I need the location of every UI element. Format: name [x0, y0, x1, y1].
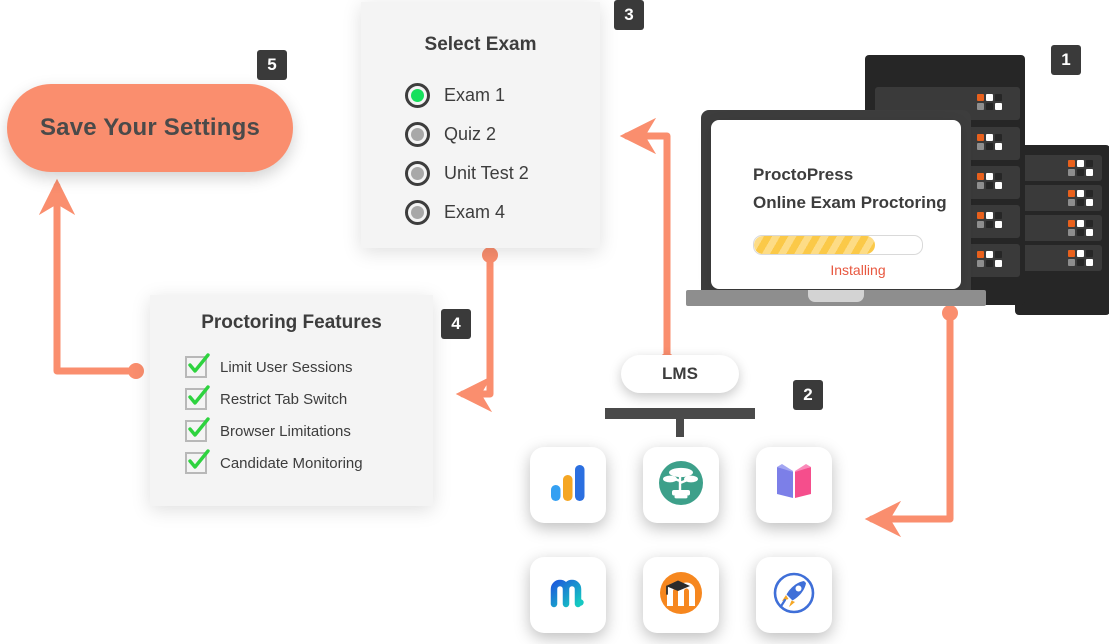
feature-label: Limit User Sessions: [220, 358, 353, 376]
checkbox-checked-icon[interactable]: [185, 353, 210, 378]
lms-platform-tile[interactable]: [518, 437, 618, 534]
exam-option-row[interactable]: Quiz 2: [405, 115, 600, 154]
step-badge-2-number: 2: [803, 385, 813, 404]
diagram-canvas: Save Your Settings 5 Select Exam Exam 1 …: [0, 0, 1109, 638]
moodle-m-cap-icon: [657, 569, 705, 622]
radio-unselected-icon[interactable]: [405, 161, 430, 186]
lms-platform-grid: [518, 437, 844, 638]
install-status-label: Installing: [830, 262, 886, 278]
feature-row[interactable]: Limit User Sessions: [185, 351, 433, 383]
exam-option-label: Quiz 2: [444, 124, 497, 144]
exam-option-label: Exam 4: [444, 202, 506, 222]
exam-option-label: Exam 1: [444, 85, 506, 105]
feature-row[interactable]: Browser Limitations: [185, 415, 433, 447]
step-badge-1-number: 1: [1061, 50, 1071, 69]
server-leds: [1068, 220, 1093, 236]
lms-connector-bar: [605, 408, 755, 419]
feature-label: Candidate Monitoring: [220, 454, 363, 472]
radio-unselected-icon[interactable]: [405, 122, 430, 147]
step-badge-1: 1: [1051, 45, 1081, 75]
bar-chart-icon: [545, 460, 591, 511]
exam-radio-list: Exam 1 Quiz 2 Unit Test 2 Exam 4: [361, 76, 600, 232]
lms-platform-tile[interactable]: [518, 547, 618, 644]
laptop-trackpad-notch: [808, 290, 864, 302]
proctoring-features-list: Limit User Sessions Restrict Tab Switch …: [150, 351, 433, 479]
exam-option-row[interactable]: Exam 4: [405, 193, 600, 232]
laptop: ProctoPress Online Exam Proctoring Insta…: [686, 110, 986, 310]
lms-connector-stem: [676, 419, 684, 437]
proctoring-features-card: Proctoring Features Limit User Sessions …: [150, 295, 433, 506]
server-leds: [1068, 250, 1093, 266]
letter-m-icon: [544, 569, 592, 622]
server-leds: [977, 94, 1002, 110]
checkbox-checked-icon[interactable]: [185, 417, 210, 442]
server-leds: [1068, 160, 1093, 176]
lms-label: LMS: [662, 364, 698, 383]
laptop-screen: ProctoPress Online Exam Proctoring Insta…: [711, 120, 961, 289]
lms-node[interactable]: LMS: [621, 355, 739, 393]
app-name: ProctoPress: [753, 165, 854, 184]
select-exam-card: Select Exam Exam 1 Quiz 2 Unit Test 2 Ex…: [361, 2, 600, 248]
open-book-icon: [770, 459, 818, 512]
lms-platform-tile[interactable]: [744, 547, 844, 644]
step-badge-3: 3: [614, 0, 644, 30]
step-badge-5: 5: [257, 50, 287, 80]
feature-label: Restrict Tab Switch: [220, 390, 348, 408]
feature-label: Browser Limitations: [220, 422, 351, 440]
app-subtitle: Online Exam Proctoring: [753, 193, 947, 212]
step-badge-4-number: 4: [451, 314, 461, 333]
save-settings-button[interactable]: Save Your Settings: [7, 84, 293, 172]
feature-row[interactable]: Restrict Tab Switch: [185, 383, 433, 415]
radio-unselected-icon[interactable]: [405, 200, 430, 225]
server-leds: [1068, 190, 1093, 206]
checkbox-checked-icon[interactable]: [185, 385, 210, 410]
feature-row[interactable]: Candidate Monitoring: [185, 447, 433, 479]
step-badge-3-number: 3: [624, 5, 634, 24]
proctoring-features-title: Proctoring Features: [201, 312, 382, 333]
step-badge-2: 2: [793, 380, 823, 410]
checkbox-checked-icon[interactable]: [185, 449, 210, 474]
select-exam-title: Select Exam: [424, 34, 537, 55]
step-badge-5-number: 5: [267, 55, 277, 74]
lms-platform-tile[interactable]: [631, 547, 731, 644]
radio-selected-icon[interactable]: [405, 83, 430, 108]
exam-option-row[interactable]: Exam 1: [405, 76, 600, 115]
rocket-icon: [770, 569, 818, 622]
install-progress-bar: [753, 235, 923, 255]
save-settings-label: Save Your Settings: [39, 114, 261, 141]
install-progress-fill: [754, 236, 875, 254]
exam-option-label: Unit Test 2: [444, 163, 529, 183]
exam-option-row[interactable]: Unit Test 2: [405, 154, 600, 193]
step-badge-4: 4: [441, 309, 471, 339]
lms-platform-tile[interactable]: [631, 437, 731, 534]
lms-platform-tile[interactable]: [744, 437, 844, 534]
bonsai-tree-icon: [657, 459, 705, 512]
